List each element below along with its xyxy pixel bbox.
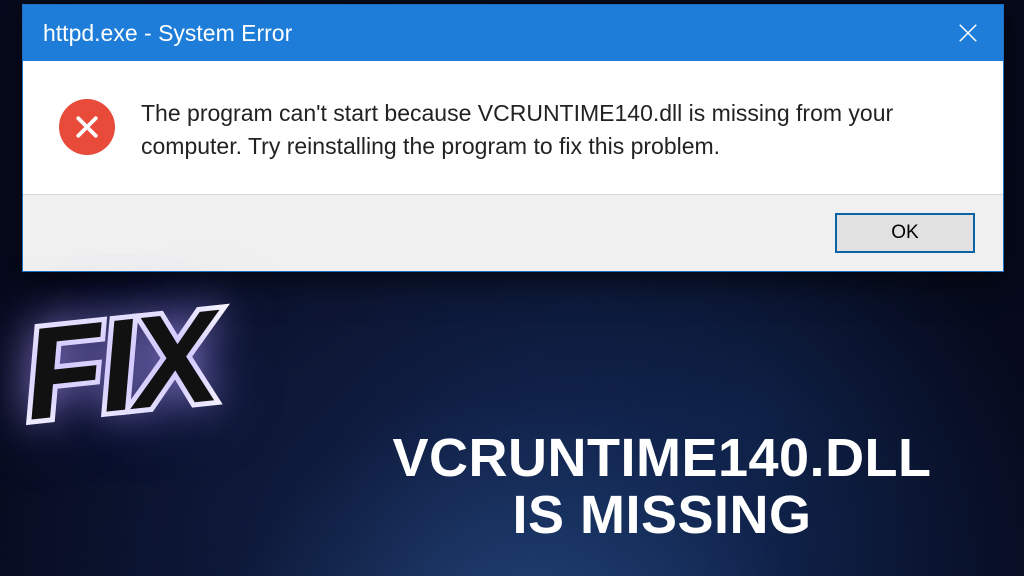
window-title: httpd.exe - System Error <box>43 20 933 47</box>
error-message: The program can't start because VCRUNTIM… <box>141 97 967 164</box>
close-icon <box>957 22 979 44</box>
fix-badge: FIX <box>18 290 221 439</box>
caption-line-1: VCRUNTIME140.DLL <box>320 430 1004 487</box>
caption-line-2: IS MISSING <box>320 487 1004 544</box>
error-icon <box>59 99 115 155</box>
caption-text: VCRUNTIME140.DLL IS MISSING <box>320 430 1004 543</box>
dialog-body: The program can't start because VCRUNTIM… <box>23 61 1003 194</box>
titlebar[interactable]: httpd.exe - System Error <box>23 5 1003 61</box>
ok-button[interactable]: OK <box>835 213 975 253</box>
button-row: OK <box>23 194 1003 271</box>
error-dialog: httpd.exe - System Error The program can… <box>22 4 1004 272</box>
close-button[interactable] <box>933 5 1003 61</box>
